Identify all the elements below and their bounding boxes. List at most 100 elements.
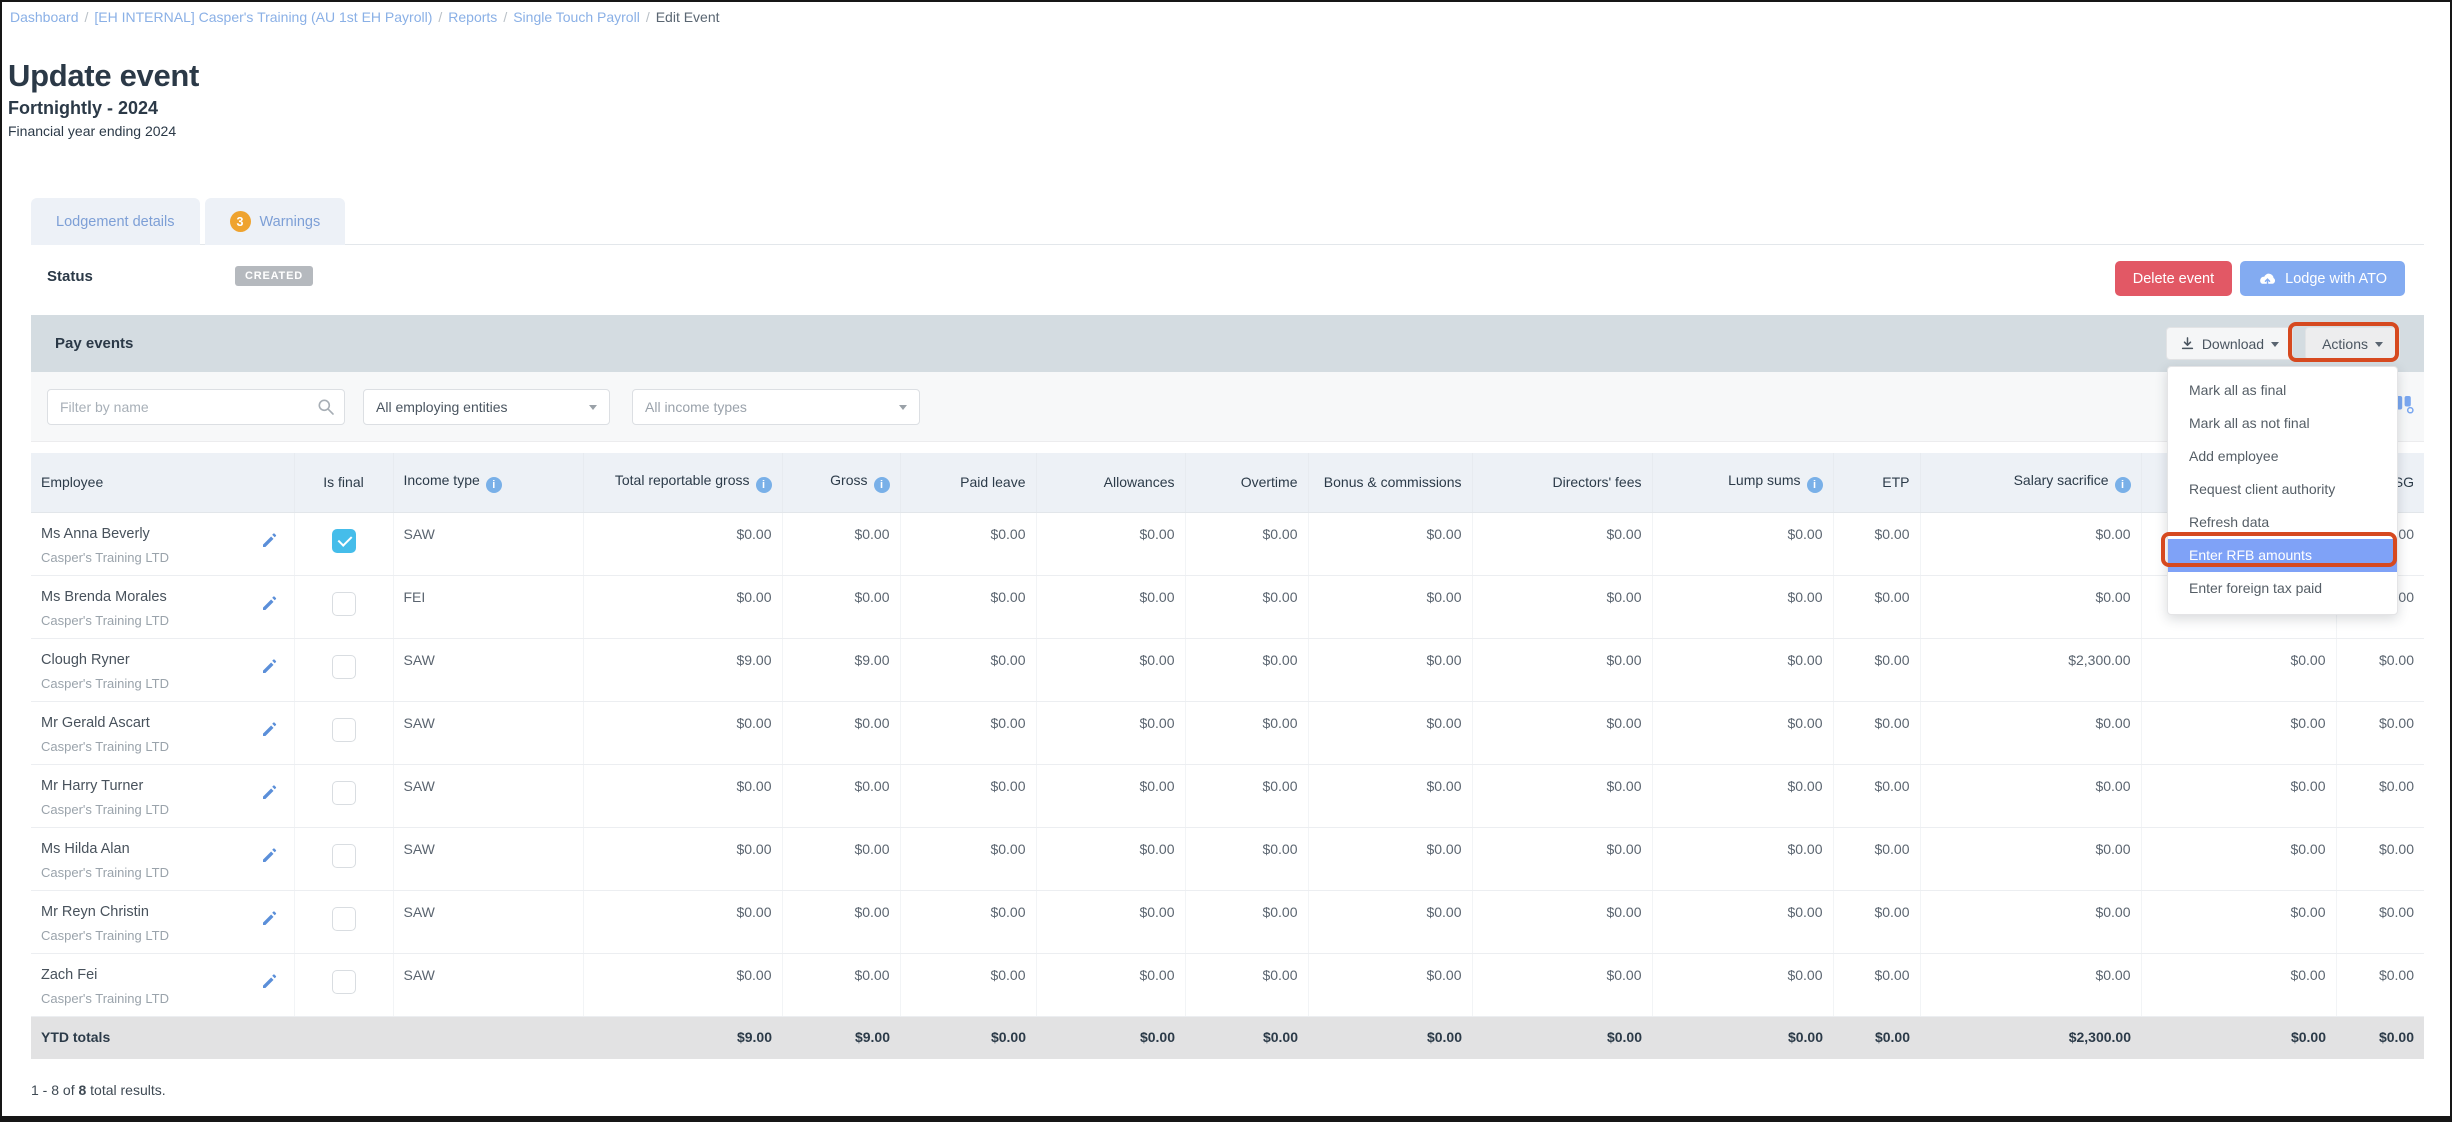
is-final-cell [294,575,393,638]
is-final-checkbox[interactable] [332,907,356,931]
column-header-label: Is final [323,474,363,490]
column-header-label: Bonus & commissions [1324,474,1462,490]
info-icon[interactable]: i [1807,477,1823,493]
breadcrumb-link[interactable]: Single Touch Payroll [513,9,640,25]
search-icon [317,398,335,421]
is-final-checkbox[interactable] [332,592,356,616]
value-cell: $0.00 [900,827,1036,890]
edit-employee-icon[interactable] [261,784,278,817]
tab-warnings[interactable]: 3 Warnings [205,198,346,245]
employing-entity-name: Casper's Training LTD [41,739,169,754]
value-cell: $0.00 [1920,890,2141,953]
employee-name: Mr Reyn Christin [41,904,169,920]
actions-button[interactable]: Actions [2305,327,2400,360]
page-subtitle: Fortnightly - 2024 [8,98,199,119]
edit-employee-icon[interactable] [261,973,278,1006]
edit-employee-icon[interactable] [261,532,278,565]
ytd-value-cell: $0.00 [1185,1016,1308,1059]
value-cell: $0.00 [900,575,1036,638]
value-cell: $0.00 [583,512,782,575]
filter-by-name-input[interactable] [47,389,345,425]
chevron-down-icon [2271,342,2279,347]
ytd-value-cell: $0.00 [1652,1016,1833,1059]
is-final-cell [294,827,393,890]
results-suffix: total results. [86,1082,165,1098]
download-icon [2180,336,2195,351]
column-header: Employee [31,453,294,512]
info-icon[interactable]: i [486,477,502,493]
table-row: Mr Reyn ChristinCasper's Training LTDSAW… [31,890,2424,953]
value-cell: $0.00 [1036,764,1185,827]
employee-cell: Ms Anna BeverlyCasper's Training LTD [31,512,294,575]
value-cell: $0.00 [583,701,782,764]
chevron-down-icon [2375,342,2383,347]
info-icon[interactable]: i [2115,477,2131,493]
breadcrumb-link[interactable]: Dashboard [10,9,79,25]
column-header-label: Directors' fees [1552,474,1641,490]
value-cell: $0.00 [2336,638,2424,701]
download-button[interactable]: Download [2166,327,2293,360]
info-icon[interactable]: i [756,477,772,493]
is-final-checkbox[interactable] [332,529,356,553]
income-type-cell: SAW [393,764,583,827]
column-header-label: Lump sums [1728,472,1800,488]
value-cell: $0.00 [2141,764,2336,827]
search-box [47,389,345,425]
tab-lodgement-details[interactable]: Lodgement details [31,198,200,245]
value-cell: $2,300.00 [1920,638,2141,701]
income-type-cell: SAW [393,953,583,1016]
column-header: Directors' fees [1472,453,1652,512]
menu-item[interactable]: Mark all as final [2168,374,2397,407]
edit-employee-icon[interactable] [261,658,278,691]
value-cell: $0.00 [1185,890,1308,953]
value-cell: $0.00 [2141,701,2336,764]
value-cell: $0.00 [2336,953,2424,1016]
value-cell: $0.00 [782,953,900,1016]
download-label: Download [2202,336,2264,352]
value-cell: $0.00 [782,890,900,953]
value-cell: $0.00 [1036,638,1185,701]
menu-item[interactable]: Mark all as not final [2168,407,2397,440]
lodge-with-ato-button[interactable]: Lodge with ATO [2240,261,2405,296]
menu-item[interactable]: Request client authority [2168,473,2397,506]
value-cell: $0.00 [1472,890,1652,953]
is-final-checkbox[interactable] [332,844,356,868]
ytd-value-cell: $0.00 [1472,1016,1652,1059]
value-cell: $0.00 [1308,638,1472,701]
is-final-checkbox[interactable] [332,781,356,805]
delete-event-button[interactable]: Delete event [2115,261,2232,296]
menu-item[interactable]: Add employee [2168,440,2397,473]
breadcrumb-separator: / [503,9,507,25]
menu-item[interactable]: Enter foreign tax paid [2168,572,2397,605]
menu-item[interactable]: Enter RFB amounts [2168,539,2397,572]
is-final-checkbox[interactable] [332,970,356,994]
employing-entities-select[interactable]: All employing entities [363,389,610,425]
value-cell: $0.00 [1036,701,1185,764]
value-cell: $0.00 [1036,890,1185,953]
value-cell: $0.00 [782,827,900,890]
is-final-checkbox[interactable] [332,718,356,742]
value-cell: $0.00 [782,764,900,827]
value-cell: $0.00 [2141,953,2336,1016]
menu-item[interactable]: Refresh data [2168,506,2397,539]
value-cell: $0.00 [1652,701,1833,764]
employee-cell: Mr Reyn ChristinCasper's Training LTD [31,890,294,953]
edit-employee-icon[interactable] [261,910,278,943]
edit-employee-icon[interactable] [261,721,278,754]
value-cell: $0.00 [1308,827,1472,890]
edit-employee-icon[interactable] [261,847,278,880]
value-cell: $9.00 [782,638,900,701]
results-summary: 1 - 8 of 8 total results. [31,1082,166,1098]
employing-entity-name: Casper's Training LTD [41,802,169,817]
is-final-checkbox[interactable] [332,655,356,679]
info-icon[interactable]: i [874,477,890,493]
breadcrumb-link[interactable]: Reports [448,9,497,25]
income-types-select[interactable]: All income types [632,389,920,425]
value-cell: $0.00 [1472,764,1652,827]
edit-employee-icon[interactable] [261,595,278,628]
ytd-empty-cell [294,1016,393,1059]
income-type-cell: FEI [393,575,583,638]
column-header: ETP [1833,453,1920,512]
column-header-label: Paid leave [960,474,1025,490]
breadcrumb-link[interactable]: [EH INTERNAL] Casper's Training (AU 1st … [94,9,432,25]
